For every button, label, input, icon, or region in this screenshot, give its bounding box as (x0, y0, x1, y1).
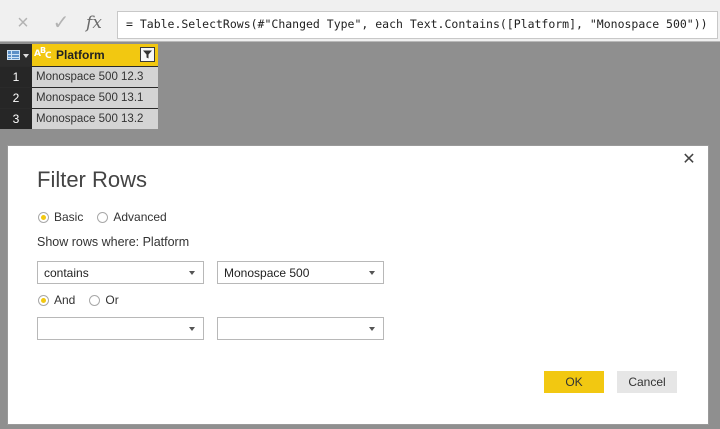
chevron-down-icon (189, 271, 195, 275)
radio-basic-label[interactable]: Basic (54, 210, 83, 224)
platform-cell[interactable]: Monospace 500 13.1 (32, 88, 158, 108)
cancel-formula-icon[interactable]: × (12, 12, 34, 34)
data-grid: ABC Platform 1 Monospace 500 12.3 2 Mono… (0, 44, 158, 129)
row-number: 3 (0, 109, 32, 129)
column-header-label: Platform (56, 48, 105, 62)
logic-group: And Or (38, 293, 133, 307)
table-row: 1 Monospace 500 12.3 (0, 66, 158, 87)
table-icon (7, 50, 20, 60)
table-row: 2 Monospace 500 13.1 (0, 87, 158, 108)
filter-rows-dialog: ✕ Filter Rows Basic Advanced Show rows w… (8, 146, 708, 424)
radio-or-label[interactable]: Or (105, 293, 118, 307)
radio-and-indicator[interactable] (38, 294, 49, 306)
commit-formula-icon[interactable]: ✓ (50, 12, 72, 34)
radio-advanced-indicator[interactable] (97, 211, 109, 223)
value-select-1[interactable]: Monospace 500 (217, 261, 384, 284)
platform-cell[interactable]: Monospace 500 12.3 (32, 67, 158, 87)
value-select-2[interactable] (217, 317, 384, 340)
value-select-1-value: Monospace 500 (224, 266, 310, 280)
row-number: 2 (0, 88, 32, 108)
ok-button[interactable]: OK (544, 371, 604, 393)
cancel-button[interactable]: Cancel (617, 371, 677, 393)
column-header-platform[interactable]: ABC Platform (32, 44, 158, 66)
chevron-down-icon (23, 54, 29, 58)
radio-and[interactable]: And (38, 293, 75, 307)
filter-dropdown-icon[interactable] (140, 47, 155, 62)
chevron-down-icon (369, 327, 375, 331)
show-rows-label: Show rows where: Platform (37, 235, 190, 249)
chevron-down-icon (369, 271, 375, 275)
radio-advanced[interactable]: Advanced (97, 210, 167, 224)
operator-select-1-value: contains (44, 266, 89, 280)
table-row: 3 Monospace 500 13.2 (0, 108, 158, 129)
dialog-title: Filter Rows (37, 167, 148, 192)
platform-cell[interactable]: Monospace 500 13.2 (32, 109, 158, 129)
operator-select-1[interactable]: contains (37, 261, 204, 284)
grid-header-row: ABC Platform (0, 44, 158, 66)
formula-bar: × ✓ fx = Table.SelectRows(#"Changed Type… (0, 0, 720, 42)
radio-advanced-label[interactable]: Advanced (113, 210, 166, 224)
row-number: 1 (0, 67, 32, 87)
radio-or[interactable]: Or (89, 293, 119, 307)
table-menu-button[interactable] (0, 44, 32, 66)
radio-basic-indicator[interactable] (38, 211, 49, 223)
close-icon[interactable]: ✕ (680, 151, 698, 169)
operator-select-2[interactable] (37, 317, 204, 340)
radio-or-indicator[interactable] (89, 294, 101, 306)
radio-and-label[interactable]: And (54, 293, 75, 307)
chevron-down-icon (189, 327, 195, 331)
formula-input[interactable]: = Table.SelectRows(#"Changed Type", each… (117, 11, 718, 39)
filter-mode-group: Basic Advanced (38, 210, 181, 224)
fx-icon[interactable]: fx (83, 12, 105, 34)
radio-basic[interactable]: Basic (38, 210, 83, 224)
